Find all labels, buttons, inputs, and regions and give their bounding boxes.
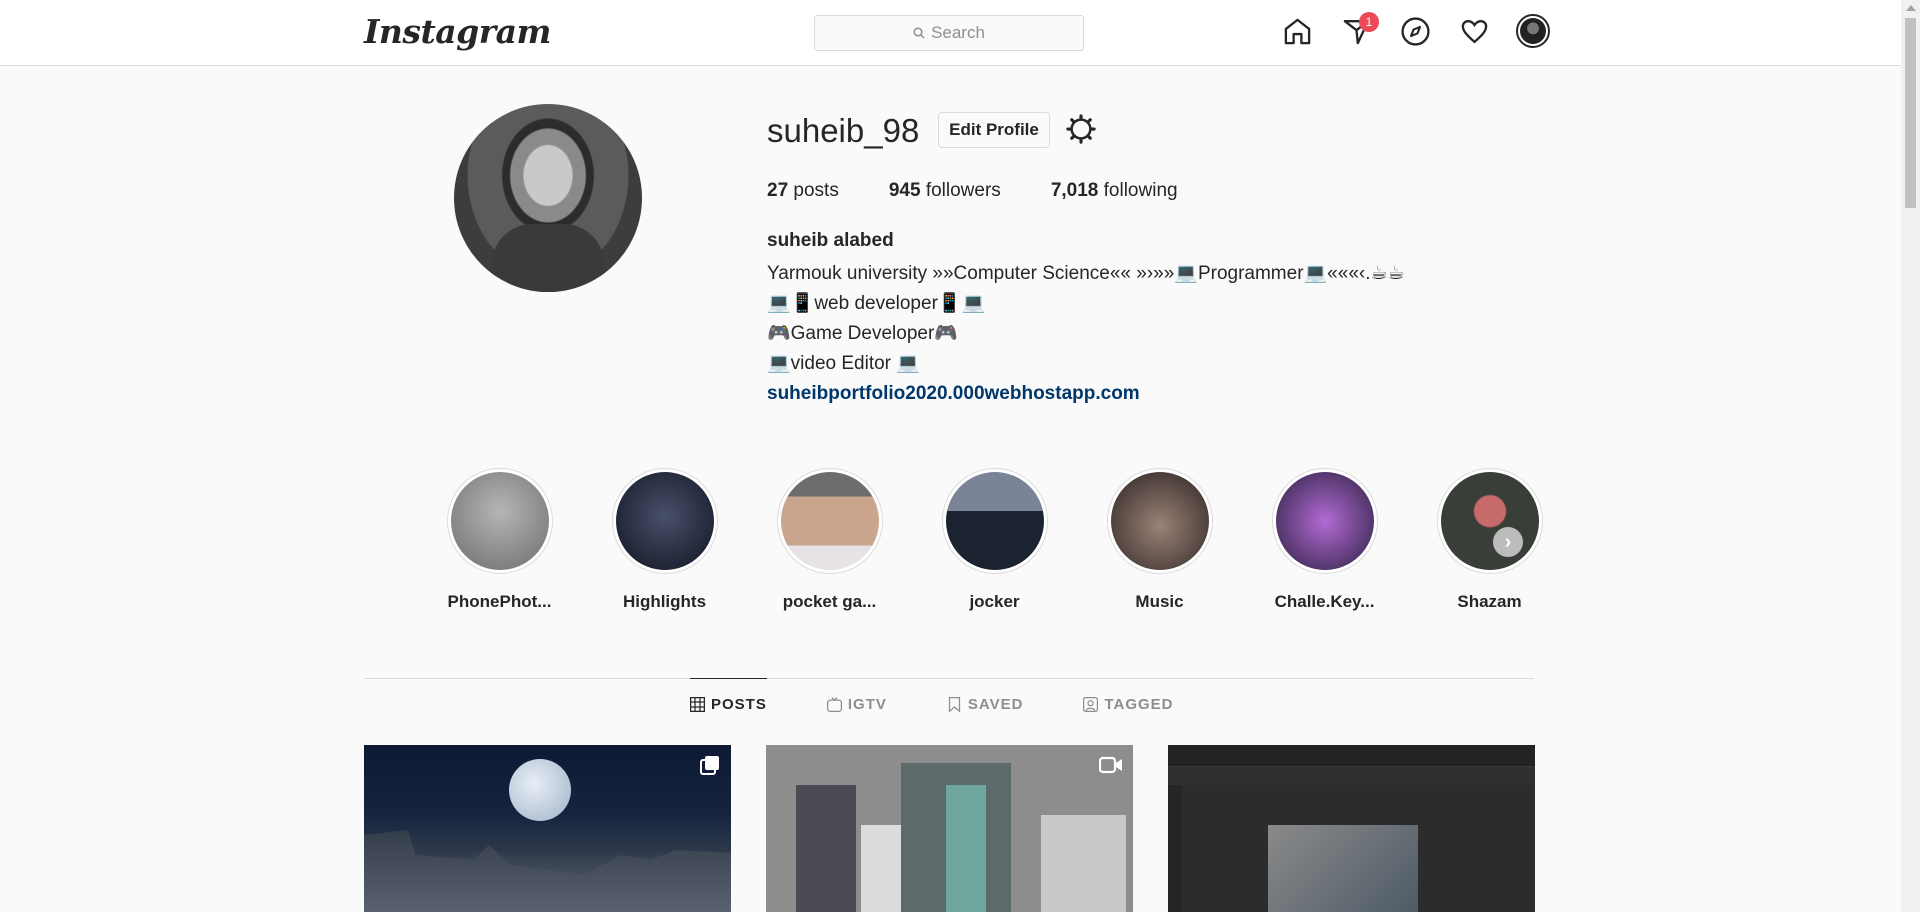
post-image-toolbar xyxy=(1168,767,1535,785)
highlight-cover xyxy=(1110,472,1209,570)
tab-label: SAVED xyxy=(967,695,1024,713)
story-highlights: PhonePhot... Highlights pocket ga... joc… xyxy=(417,468,1572,612)
carousel-icon xyxy=(700,756,719,775)
posts-count: 27 xyxy=(767,180,789,201)
grid-icon xyxy=(690,697,705,712)
direct-messages-icon[interactable]: 1 xyxy=(1339,12,1379,48)
profile-full-name: suheib alabed xyxy=(767,230,894,251)
following-count: 7,018 xyxy=(1050,180,1099,201)
profile-avatar-icon[interactable] xyxy=(1516,14,1550,48)
profile-tabs: POSTS IGTV SAVED TAGGED xyxy=(690,678,1174,730)
profile-username: suheib_98 xyxy=(767,112,920,149)
highlight-label: Music xyxy=(1135,592,1184,611)
posts-stat: 27 posts xyxy=(767,180,839,202)
following-stat[interactable]: 7,018 following xyxy=(1051,180,1178,202)
profile-photo[interactable] xyxy=(454,104,642,292)
video-camera-icon xyxy=(1099,756,1122,774)
tab-posts[interactable]: POSTS xyxy=(690,678,767,730)
highlight-label: Highlights xyxy=(622,592,707,611)
post-thumbnail[interactable] xyxy=(364,745,731,912)
tab-label: IGTV xyxy=(847,695,887,713)
followers-label: followers xyxy=(925,180,1001,201)
edit-profile-button[interactable]: Edit Profile xyxy=(938,112,1050,148)
profile-website-link[interactable]: suheibportfolio2020.000webhostapp.com xyxy=(767,379,1405,409)
highlight-cover xyxy=(945,472,1044,570)
highlight-label: Shazam xyxy=(1457,592,1522,611)
messages-badge: 1 xyxy=(1359,12,1379,32)
highlight-item[interactable]: Shazam xyxy=(1407,468,1572,612)
post-image-building-windows xyxy=(946,785,986,912)
tagged-user-icon xyxy=(1083,696,1099,712)
scrollbar-thumb[interactable] xyxy=(1905,18,1916,208)
post-image-toolbar xyxy=(1168,745,1535,767)
profile-stats: 27 posts 945 followers 7,018 following xyxy=(767,180,1228,202)
bio-line: 💻video Editor 💻 xyxy=(767,353,920,374)
post-thumbnail[interactable] xyxy=(1168,745,1535,912)
highlight-item[interactable]: Highlights xyxy=(582,468,747,612)
highlight-label: pocket ga... xyxy=(782,592,877,611)
post-image-3d-model xyxy=(1268,825,1418,912)
explore-icon[interactable] xyxy=(1398,14,1432,48)
post-image-building xyxy=(796,785,856,912)
search-icon xyxy=(913,27,925,39)
highlight-item[interactable]: Challe.Key... xyxy=(1242,468,1407,612)
tab-igtv[interactable]: IGTV xyxy=(826,678,887,730)
post-image-moon xyxy=(509,759,571,821)
tab-saved[interactable]: SAVED xyxy=(947,678,1024,730)
instagram-logo[interactable]: Instagram xyxy=(364,12,551,51)
tab-label: POSTS xyxy=(711,696,767,713)
post-image-building xyxy=(1041,815,1126,912)
settings-gear-icon[interactable] xyxy=(1066,114,1096,144)
highlight-cover xyxy=(450,472,549,570)
following-label: following xyxy=(1103,180,1178,201)
page-scrollbar[interactable] xyxy=(1901,0,1920,912)
highlight-item[interactable]: pocket ga... xyxy=(747,468,912,612)
activity-heart-icon[interactable] xyxy=(1457,14,1491,48)
highlight-cover xyxy=(780,472,879,570)
profile-bio: Yarmouk university »»Computer Science«« … xyxy=(767,259,1405,409)
highlight-item[interactable]: PhonePhot... xyxy=(417,468,582,612)
home-icon[interactable] xyxy=(1280,14,1314,48)
search-placeholder: Search xyxy=(931,23,985,42)
highlight-cover xyxy=(1275,472,1374,570)
followers-stat[interactable]: 945 followers xyxy=(889,180,1001,202)
followers-count: 945 xyxy=(888,180,921,201)
igtv-icon xyxy=(826,696,842,712)
tab-label: TAGGED xyxy=(1104,695,1174,713)
posts-label: posts xyxy=(793,180,839,201)
highlight-label: jocker xyxy=(969,592,1020,611)
post-thumbnail[interactable] xyxy=(766,745,1133,912)
search-input[interactable]: Search xyxy=(814,15,1084,51)
bio-line: 🎮Game Developer🎮 xyxy=(767,323,958,344)
highlight-label: PhonePhot... xyxy=(447,592,552,611)
highlights-next-button[interactable]: › xyxy=(1493,527,1523,557)
post-image-city xyxy=(364,830,731,912)
highlight-item[interactable]: Music xyxy=(1077,468,1242,612)
highlight-cover xyxy=(615,472,714,570)
highlight-item[interactable]: jocker xyxy=(912,468,1077,612)
bio-line: Yarmouk university »»Computer Science«« … xyxy=(767,263,1405,284)
highlight-cover xyxy=(1440,472,1539,570)
posts-grid xyxy=(364,745,1535,912)
scroll-up-arrow[interactable] xyxy=(1906,5,1916,11)
tab-tagged[interactable]: TAGGED xyxy=(1083,678,1173,730)
nav-icons: 1 xyxy=(1280,12,1550,48)
post-image-sidebar xyxy=(1168,785,1182,912)
bookmark-icon xyxy=(948,696,960,712)
highlight-label: Challe.Key... xyxy=(1274,592,1375,611)
top-navigation-bar: Instagram Search 1 xyxy=(0,0,1901,66)
bio-line: 💻📱web developer📱💻 xyxy=(767,293,986,314)
